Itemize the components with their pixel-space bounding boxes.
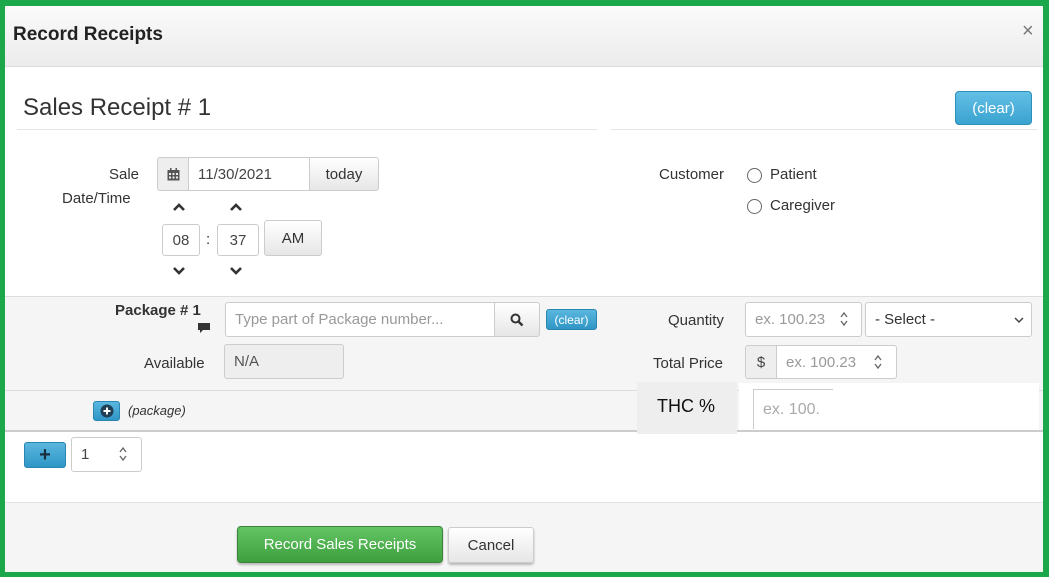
clear-package-button[interactable]: (clear) bbox=[546, 309, 597, 330]
receipt-count-input[interactable]: 1 bbox=[71, 437, 142, 472]
minute-up-icon[interactable] bbox=[229, 202, 243, 212]
add-package-label: (package) bbox=[128, 403, 186, 418]
time-separator: : bbox=[206, 231, 211, 248]
clear-receipt-button[interactable]: (clear) bbox=[955, 91, 1032, 125]
currency-symbol: $ bbox=[756, 353, 766, 371]
hour-input[interactable]: 08 bbox=[162, 224, 200, 256]
package-search-placeholder: Type part of Package number... bbox=[235, 311, 444, 328]
hour-up-icon[interactable] bbox=[172, 202, 186, 212]
thc-placeholder: ex. 100. bbox=[763, 400, 820, 418]
dialog-frame bbox=[0, 0, 1049, 577]
patient-option-label: Patient bbox=[770, 166, 817, 183]
sale-date-value: 11/30/2021 bbox=[198, 165, 272, 183]
radio-patient[interactable] bbox=[747, 168, 762, 183]
divider bbox=[611, 129, 1037, 130]
divider bbox=[5, 430, 1043, 432]
hour-value: 08 bbox=[172, 231, 190, 249]
receipt-count-value: 1 bbox=[81, 446, 90, 463]
chevron-down-icon bbox=[1014, 317, 1024, 324]
available-label: Available bbox=[144, 355, 205, 372]
radio-caregiver[interactable] bbox=[747, 199, 762, 214]
add-receipt-button[interactable]: + bbox=[24, 442, 66, 468]
unit-select[interactable]: - Select - bbox=[865, 302, 1032, 337]
plus-circle-icon bbox=[100, 404, 113, 418]
calendar-icon[interactable] bbox=[157, 157, 189, 191]
cancel-button[interactable]: Cancel bbox=[448, 527, 534, 563]
quantity-spinner-icon[interactable] bbox=[839, 311, 849, 327]
hour-down-icon[interactable] bbox=[172, 266, 186, 276]
close-icon[interactable]: × bbox=[1022, 20, 1034, 43]
quantity-placeholder: ex. 100.23 bbox=[755, 311, 826, 328]
meridiem-toggle[interactable]: AM bbox=[264, 220, 322, 256]
package-search-input[interactable]: Type part of Package number... bbox=[225, 302, 495, 337]
record-sales-receipts-button[interactable]: Record Sales Receipts bbox=[237, 526, 443, 563]
minute-down-icon[interactable] bbox=[229, 266, 243, 276]
add-package-button[interactable] bbox=[93, 401, 120, 421]
available-field: N/A bbox=[224, 344, 344, 379]
thc-label: THC % bbox=[657, 396, 715, 416]
today-button[interactable]: today bbox=[309, 157, 379, 191]
currency-addon: $ bbox=[745, 345, 777, 379]
total-price-placeholder: ex. 100.23 bbox=[786, 353, 857, 371]
available-value: N/A bbox=[234, 353, 260, 370]
total-price-label: Total Price bbox=[653, 355, 724, 372]
plus-icon: + bbox=[39, 443, 51, 466]
package-label: Package # 1 bbox=[115, 302, 201, 319]
unit-select-value: - Select - bbox=[875, 311, 936, 328]
minute-input[interactable]: 37 bbox=[217, 224, 259, 256]
minute-value: 37 bbox=[229, 231, 247, 249]
caregiver-option-label: Caregiver bbox=[770, 197, 836, 214]
customer-label: Customer bbox=[659, 166, 725, 183]
thc-input[interactable]: ex. 100. bbox=[753, 389, 833, 429]
dialog-title: Record Receipts bbox=[13, 24, 163, 45]
search-icon[interactable] bbox=[494, 302, 540, 337]
receipt-title: Sales Receipt # 1 bbox=[23, 94, 212, 121]
comment-icon[interactable] bbox=[197, 322, 211, 334]
date-time-label: Date/Time bbox=[62, 190, 131, 207]
sale-date-input[interactable]: 11/30/2021 bbox=[188, 157, 310, 191]
divider bbox=[17, 129, 597, 130]
total-price-spinner-icon[interactable] bbox=[873, 354, 883, 370]
sale-label: Sale bbox=[109, 166, 140, 183]
quantity-label: Quantity bbox=[668, 312, 724, 329]
receipt-count-spinner-icon[interactable] bbox=[118, 446, 128, 462]
